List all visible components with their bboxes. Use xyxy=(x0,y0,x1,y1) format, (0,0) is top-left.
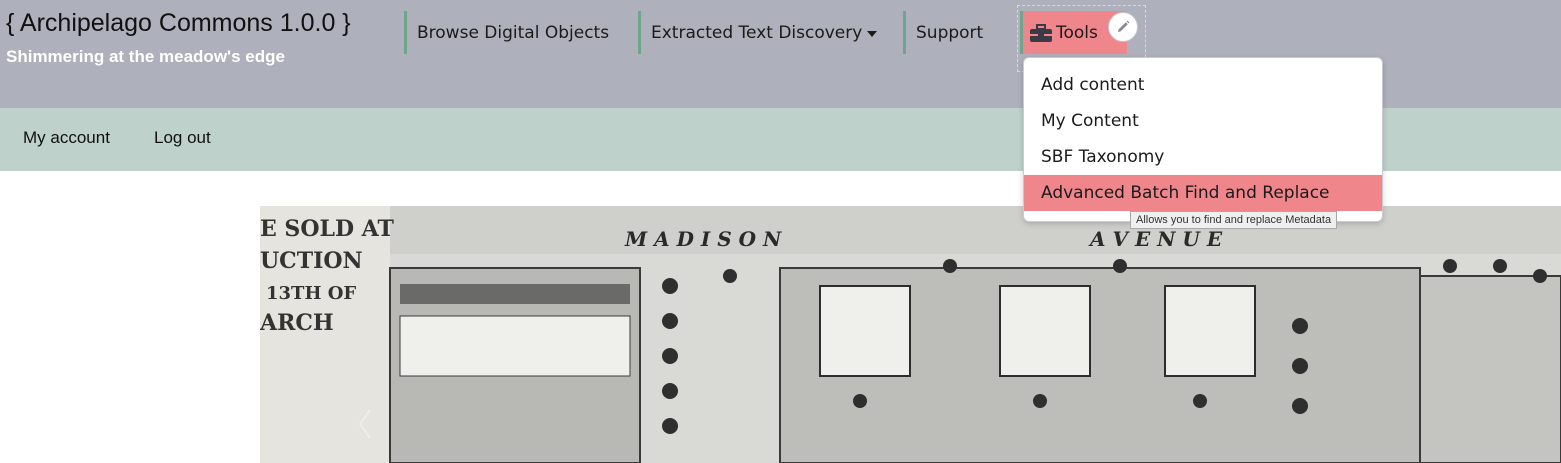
tools-dropdown-menu: Add content My Content SBF Taxonomy Adva… xyxy=(1023,57,1383,222)
menu-item-label: SBF Taxonomy xyxy=(1041,147,1165,167)
nav-label: Tools xyxy=(1056,22,1098,43)
nav-label: Extracted Text Discovery xyxy=(651,22,863,43)
log-out-link[interactable]: Log out xyxy=(154,128,211,148)
hero-carousel-image[interactable]: E SOLD AT UCTION 13TH OF ARCH M A D I S … xyxy=(260,206,1561,463)
menu-item-tooltip: Allows you to find and replace Metadata xyxy=(1130,211,1338,229)
menu-item-my-content[interactable]: My Content xyxy=(1024,103,1382,139)
menu-item-label: Advanced Batch Find and Replace xyxy=(1041,183,1330,203)
map-illustration: E SOLD AT UCTION 13TH OF ARCH M A D I S … xyxy=(260,206,1561,463)
menu-item-add-content[interactable]: Add content xyxy=(1024,67,1382,103)
menu-item-label: My Content xyxy=(1041,111,1139,131)
map-sale-text-3: 13TH OF xyxy=(266,283,356,304)
map-sale-text-1: E SOLD AT xyxy=(260,216,395,242)
site-slogan: Shimmering at the meadow's edge xyxy=(6,47,285,66)
edit-pencil-button[interactable] xyxy=(1108,12,1138,42)
nav-browse-digital-objects[interactable]: Browse Digital Objects xyxy=(404,11,639,54)
menu-item-advanced-batch-find-replace[interactable]: Advanced Batch Find and Replace xyxy=(1024,175,1382,211)
nav-extracted-text-discovery[interactable]: Extracted Text Discovery xyxy=(638,11,905,54)
pencil-icon xyxy=(1118,20,1130,32)
caret-down-icon xyxy=(867,30,878,37)
nav-label: Browse Digital Objects xyxy=(417,22,610,43)
chevron-left-icon[interactable] xyxy=(357,408,373,440)
my-account-link[interactable]: My account xyxy=(23,128,110,148)
map-sale-text-4: ARCH xyxy=(260,310,334,336)
map-avenue-name: A V E N U E xyxy=(1088,227,1223,251)
map-street-name: M A D I S O N xyxy=(624,227,782,251)
nav-label: Support xyxy=(916,22,984,43)
site-title[interactable]: { Archipelago Commons 1.0.0 } xyxy=(6,9,351,38)
menu-item-label: Add content xyxy=(1041,75,1145,95)
menu-item-sbf-taxonomy[interactable]: SBF Taxonomy xyxy=(1024,139,1382,175)
map-sale-text-2: UCTION xyxy=(260,248,363,274)
nav-support[interactable]: Support xyxy=(903,11,1013,54)
toolbox-icon xyxy=(1030,23,1052,42)
